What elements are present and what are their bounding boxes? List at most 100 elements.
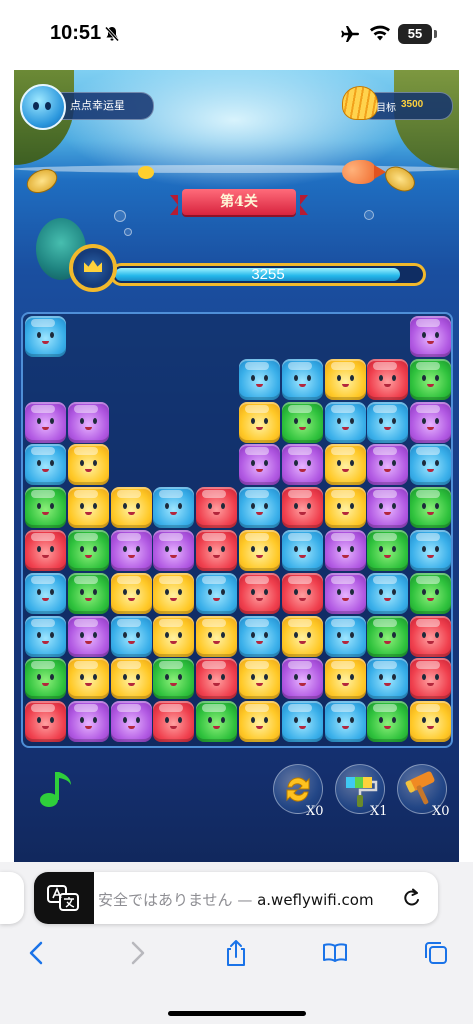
tile-green[interactable] — [367, 701, 409, 743]
tile-yellow[interactable] — [281, 615, 323, 657]
tile-purple[interactable] — [67, 401, 109, 443]
tile-purple[interactable] — [67, 701, 109, 743]
tile-blue[interactable] — [367, 401, 409, 443]
tile-yellow[interactable] — [324, 358, 366, 400]
tile-red[interactable] — [153, 701, 195, 743]
tile-blue[interactable] — [196, 572, 238, 614]
address-bar[interactable]: 安全ではありません — a.weflywifi.com — [34, 872, 438, 924]
tile-green[interactable] — [367, 615, 409, 657]
tile-blue[interactable] — [281, 701, 323, 743]
tile-yellow[interactable] — [67, 658, 109, 700]
tile-purple[interactable] — [410, 401, 452, 443]
tile-red[interactable] — [25, 530, 66, 571]
reload-button[interactable] — [400, 886, 424, 910]
game-canvas[interactable]: 点点幸运星 目标 3500 第4关 3255 X0 X1 X0 — [14, 70, 459, 862]
tile-purple[interactable] — [410, 316, 452, 357]
share-button[interactable] — [221, 938, 251, 968]
tile-purple[interactable] — [367, 444, 409, 486]
tabs-button[interactable] — [421, 938, 451, 968]
tile-purple[interactable] — [110, 530, 152, 571]
tile-face-eyes — [208, 503, 226, 510]
tile-green[interactable] — [25, 487, 66, 529]
tile-green[interactable] — [410, 358, 452, 400]
tile-red[interactable] — [281, 572, 323, 614]
tile-blue[interactable] — [239, 358, 280, 400]
tile-blue[interactable] — [324, 615, 366, 657]
tile-purple[interactable] — [324, 572, 366, 614]
tile-red[interactable] — [196, 487, 238, 529]
tile-purple[interactable] — [25, 401, 66, 443]
tile-blue[interactable] — [281, 530, 323, 571]
forward-button[interactable] — [122, 938, 152, 968]
tile-yellow[interactable] — [153, 572, 195, 614]
tile-red[interactable] — [239, 572, 280, 614]
bookmarks-button[interactable] — [320, 938, 350, 968]
tile-red[interactable] — [281, 487, 323, 529]
tile-yellow[interactable] — [239, 530, 280, 571]
tile-green[interactable] — [367, 530, 409, 571]
tile-yellow[interactable] — [410, 701, 452, 743]
tile-blue[interactable] — [25, 615, 66, 657]
tile-red[interactable] — [25, 701, 66, 743]
tile-blue[interactable] — [367, 658, 409, 700]
tile-face-mouth — [42, 597, 49, 601]
tile-yellow[interactable] — [110, 658, 152, 700]
tile-blue[interactable] — [324, 401, 366, 443]
tile-blue[interactable] — [239, 487, 280, 529]
tile-green[interactable] — [25, 658, 66, 700]
tile-blue[interactable] — [324, 701, 366, 743]
tile-green[interactable] — [410, 487, 452, 529]
tile-yellow[interactable] — [196, 615, 238, 657]
tile-yellow[interactable] — [239, 701, 280, 743]
tile-yellow[interactable] — [67, 487, 109, 529]
tile-purple[interactable] — [324, 530, 366, 571]
tile-blue[interactable] — [25, 572, 66, 614]
translate-button[interactable] — [34, 872, 94, 924]
tile-green[interactable] — [410, 572, 452, 614]
tile-blue[interactable] — [239, 615, 280, 657]
tile-yellow[interactable] — [324, 444, 366, 486]
tile-yellow[interactable] — [239, 658, 280, 700]
tile-blue[interactable] — [281, 358, 323, 400]
tile-green[interactable] — [67, 572, 109, 614]
tile-purple[interactable] — [67, 615, 109, 657]
url-domain: a.weflywifi.com — [257, 891, 374, 909]
back-button[interactable] — [22, 938, 52, 968]
tile-blue[interactable] — [367, 572, 409, 614]
tile-green[interactable] — [153, 658, 195, 700]
tile-red[interactable] — [410, 615, 452, 657]
tile-purple[interactable] — [281, 658, 323, 700]
tile-yellow[interactable] — [153, 615, 195, 657]
tile-blue[interactable] — [410, 530, 452, 571]
tile-green[interactable] — [67, 530, 109, 571]
tile-purple[interactable] — [281, 444, 323, 486]
music-note-button[interactable] — [36, 766, 78, 810]
tile-purple[interactable] — [239, 444, 280, 486]
tile-green[interactable] — [196, 701, 238, 743]
tile-yellow[interactable] — [110, 572, 152, 614]
tile-green[interactable] — [281, 401, 323, 443]
previous-tab-edge[interactable] — [0, 872, 24, 924]
tile-face-eyes — [37, 332, 54, 338]
tile-red[interactable] — [367, 358, 409, 400]
crown-icon — [84, 260, 102, 272]
tile-yellow[interactable] — [110, 487, 152, 529]
tile-blue[interactable] — [25, 444, 66, 486]
tile-yellow[interactable] — [324, 487, 366, 529]
tile-yellow[interactable] — [239, 401, 280, 443]
tile-purple[interactable] — [367, 487, 409, 529]
tile-red[interactable] — [410, 658, 452, 700]
tile-purple[interactable] — [153, 530, 195, 571]
chevron-right-icon — [131, 941, 145, 965]
tile-yellow[interactable] — [324, 658, 366, 700]
tile-purple[interactable] — [110, 701, 152, 743]
tile-blue[interactable] — [410, 444, 452, 486]
tile-blue[interactable] — [153, 487, 195, 529]
tile-face-eyes — [422, 588, 440, 595]
tile-red[interactable] — [196, 530, 238, 571]
tile-blue[interactable] — [110, 615, 152, 657]
tile-yellow[interactable] — [67, 444, 109, 486]
tile-blue[interactable] — [25, 316, 66, 357]
tile-red[interactable] — [196, 658, 238, 700]
tile-face-mouth — [42, 726, 49, 730]
